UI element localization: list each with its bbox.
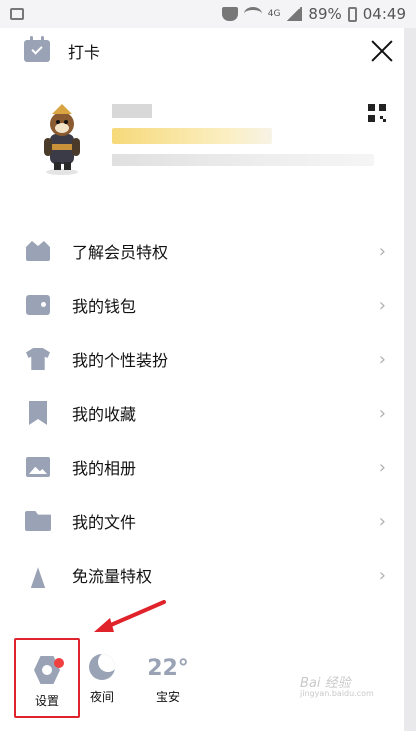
signature-blurred <box>112 154 374 166</box>
avatar[interactable] <box>34 100 90 176</box>
check-in-icon[interactable] <box>24 36 50 62</box>
menu-item-free-data[interactable]: 免流量特权 › <box>0 548 404 602</box>
moon-icon <box>89 654 115 680</box>
menu-item-wallet[interactable]: 我的钱包 › <box>0 278 404 332</box>
shirt-icon <box>25 346 51 372</box>
watermark-url: jingyan.baidu.com <box>300 689 374 698</box>
mute-icon <box>221 7 238 21</box>
night-mode-button[interactable]: 夜间 <box>84 654 120 705</box>
battery-percent: 89% <box>308 5 342 23</box>
menu-item-files[interactable]: 我的文件 › <box>0 494 404 548</box>
chevron-right-icon: › <box>378 402 386 424</box>
wifi-icon <box>243 7 262 21</box>
chevron-right-icon: › <box>378 294 386 316</box>
clock-time: 04:49 <box>362 5 406 23</box>
battery-icon <box>347 6 357 22</box>
close-icon[interactable] <box>370 39 394 63</box>
vip-badge-blurred <box>112 128 272 144</box>
bookmark-icon <box>25 400 51 426</box>
night-mode-label: 夜间 <box>89 690 114 704</box>
annotation-arrow-icon <box>94 600 166 632</box>
crown-icon <box>25 238 51 264</box>
qr-code-icon[interactable] <box>368 104 386 122</box>
status-bar: 4G 89% 04:49 <box>0 0 416 28</box>
menu-item-label: 我的收藏 <box>72 405 137 424</box>
network-type: 4G <box>267 9 281 19</box>
menu-item-favorites[interactable]: 我的收藏 › <box>0 386 404 440</box>
chevron-right-icon: › <box>378 240 386 262</box>
menu-item-label: 我的相册 <box>72 459 137 478</box>
menu-item-label: 了解会员特权 <box>72 243 169 262</box>
menu-item-label: 我的钱包 <box>72 297 137 316</box>
chevron-right-icon: › <box>378 456 386 478</box>
gallery-notification-icon <box>10 8 24 20</box>
photo-icon <box>25 454 51 480</box>
weather-city: 宝安 <box>155 690 180 704</box>
menu-item-label: 我的个性装扮 <box>72 351 169 370</box>
chevron-right-icon: › <box>378 348 386 370</box>
menu-item-label: 免流量特权 <box>72 567 153 586</box>
menu-item-album[interactable]: 我的相册 › <box>0 440 404 494</box>
wallet-icon <box>25 292 51 318</box>
antenna-icon <box>25 562 51 588</box>
weather-widget[interactable]: 22° 宝安 <box>146 656 190 705</box>
settings-button[interactable]: 设置 <box>14 638 80 718</box>
menu-item-label: 我的文件 <box>72 513 137 532</box>
drawer-header: 打卡 <box>24 36 394 66</box>
menu-item-vip-privileges[interactable]: 了解会员特权 › <box>0 224 404 278</box>
username-blurred <box>112 104 152 118</box>
notification-dot <box>54 658 64 668</box>
menu-item-personalization[interactable]: 我的个性装扮 › <box>0 332 404 386</box>
background-page-edge <box>404 28 416 731</box>
folder-icon <box>25 508 51 534</box>
profile-card[interactable] <box>34 100 394 210</box>
check-in-label[interactable]: 打卡 <box>68 39 100 63</box>
settings-label: 设置 <box>34 694 59 708</box>
weather-temperature: 22° <box>147 656 189 681</box>
chevron-right-icon: › <box>378 510 386 532</box>
watermark: Bai 经验 jingyan.baidu.com <box>300 672 374 698</box>
chevron-right-icon: › <box>378 564 386 586</box>
drawer-menu: 了解会员特权 › 我的钱包 › 我的个性装扮 › 我的收藏 › 我的相册 › 我… <box>0 224 404 602</box>
signal-icon <box>286 7 303 21</box>
